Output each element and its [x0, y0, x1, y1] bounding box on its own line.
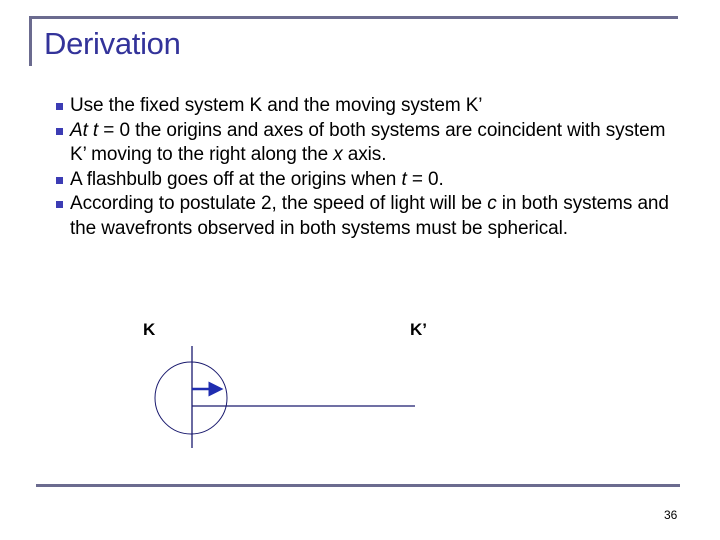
footer-line: [36, 484, 680, 487]
reference-frames-diagram: [154, 346, 415, 448]
page-number: 36: [664, 508, 678, 522]
spherical-wavefront-circle: [154, 361, 228, 435]
